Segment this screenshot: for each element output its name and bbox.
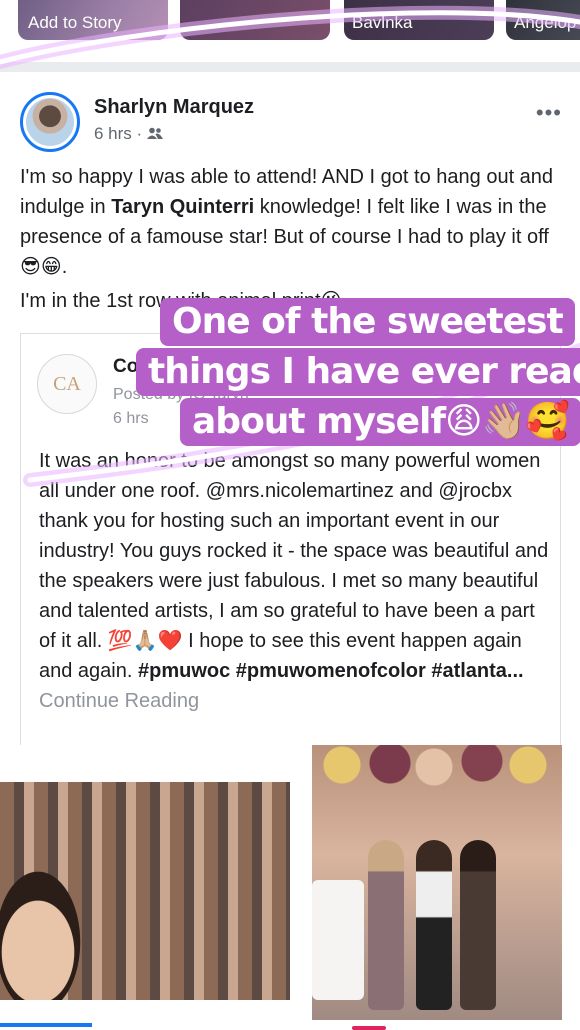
photo-chair [312,880,364,1000]
story-label: Add to Story [28,13,122,32]
separator-dot: · [136,124,147,143]
post-time[interactable]: 6 hrs [94,124,132,143]
avatar-image [26,98,74,146]
photo-person [416,840,452,1010]
event-photo-1[interactable] [0,782,290,1000]
caption-text: One of the sweetest [172,301,564,342]
shared-text: It was an honor to be amongst so many po… [39,450,549,682]
shared-body: It was an honor to be amongst so many po… [39,446,554,716]
story-card[interactable]: Angelop [506,0,580,40]
friends-icon [146,124,163,143]
story-label: Angelop [514,13,577,32]
story-add[interactable]: Add to Story [18,0,168,40]
continue-reading-link[interactable]: Continue Reading [39,690,199,712]
story-card[interactable]: Bavlnka [344,0,494,40]
caption-line: about myself😩👋🏼🥰 [180,398,580,446]
story-caption: One of the sweetest things I have ever r… [136,298,580,448]
caption-line: things I have ever read [136,348,580,396]
page-logo[interactable]: CA [37,354,97,414]
post-body: I'm so happy I was able to attend! AND I… [20,162,565,320]
story-card[interactable] [180,0,330,40]
photo-person [368,840,404,1010]
hashtags[interactable]: #pmuwoc #pmuwomenofcolor #atlanta... [138,660,524,682]
post-author[interactable]: Sharlyn Marquez [94,96,254,119]
feed-divider [0,62,580,72]
caption-line: One of the sweetest [160,298,575,346]
post-meta: 6 hrs · [94,124,163,144]
story-label: Bavlnka [352,13,413,32]
tagged-person[interactable]: Taryn Quinterri [111,196,254,218]
caption-text: about myself😩👋🏼🥰 [192,401,570,442]
post-paragraph: I'm so happy I was able to attend! AND I… [20,162,565,282]
notification-indicator [352,1026,386,1030]
active-tab-indicator [0,1023,92,1027]
photo-person [460,840,496,1010]
stories-strip: Add to Story Bavlnka Angelop [0,0,580,44]
avatar[interactable] [20,92,80,152]
event-photo-2[interactable] [312,745,562,1020]
caption-text: things I have ever read [148,351,580,392]
more-options-icon[interactable]: ••• [536,100,562,126]
